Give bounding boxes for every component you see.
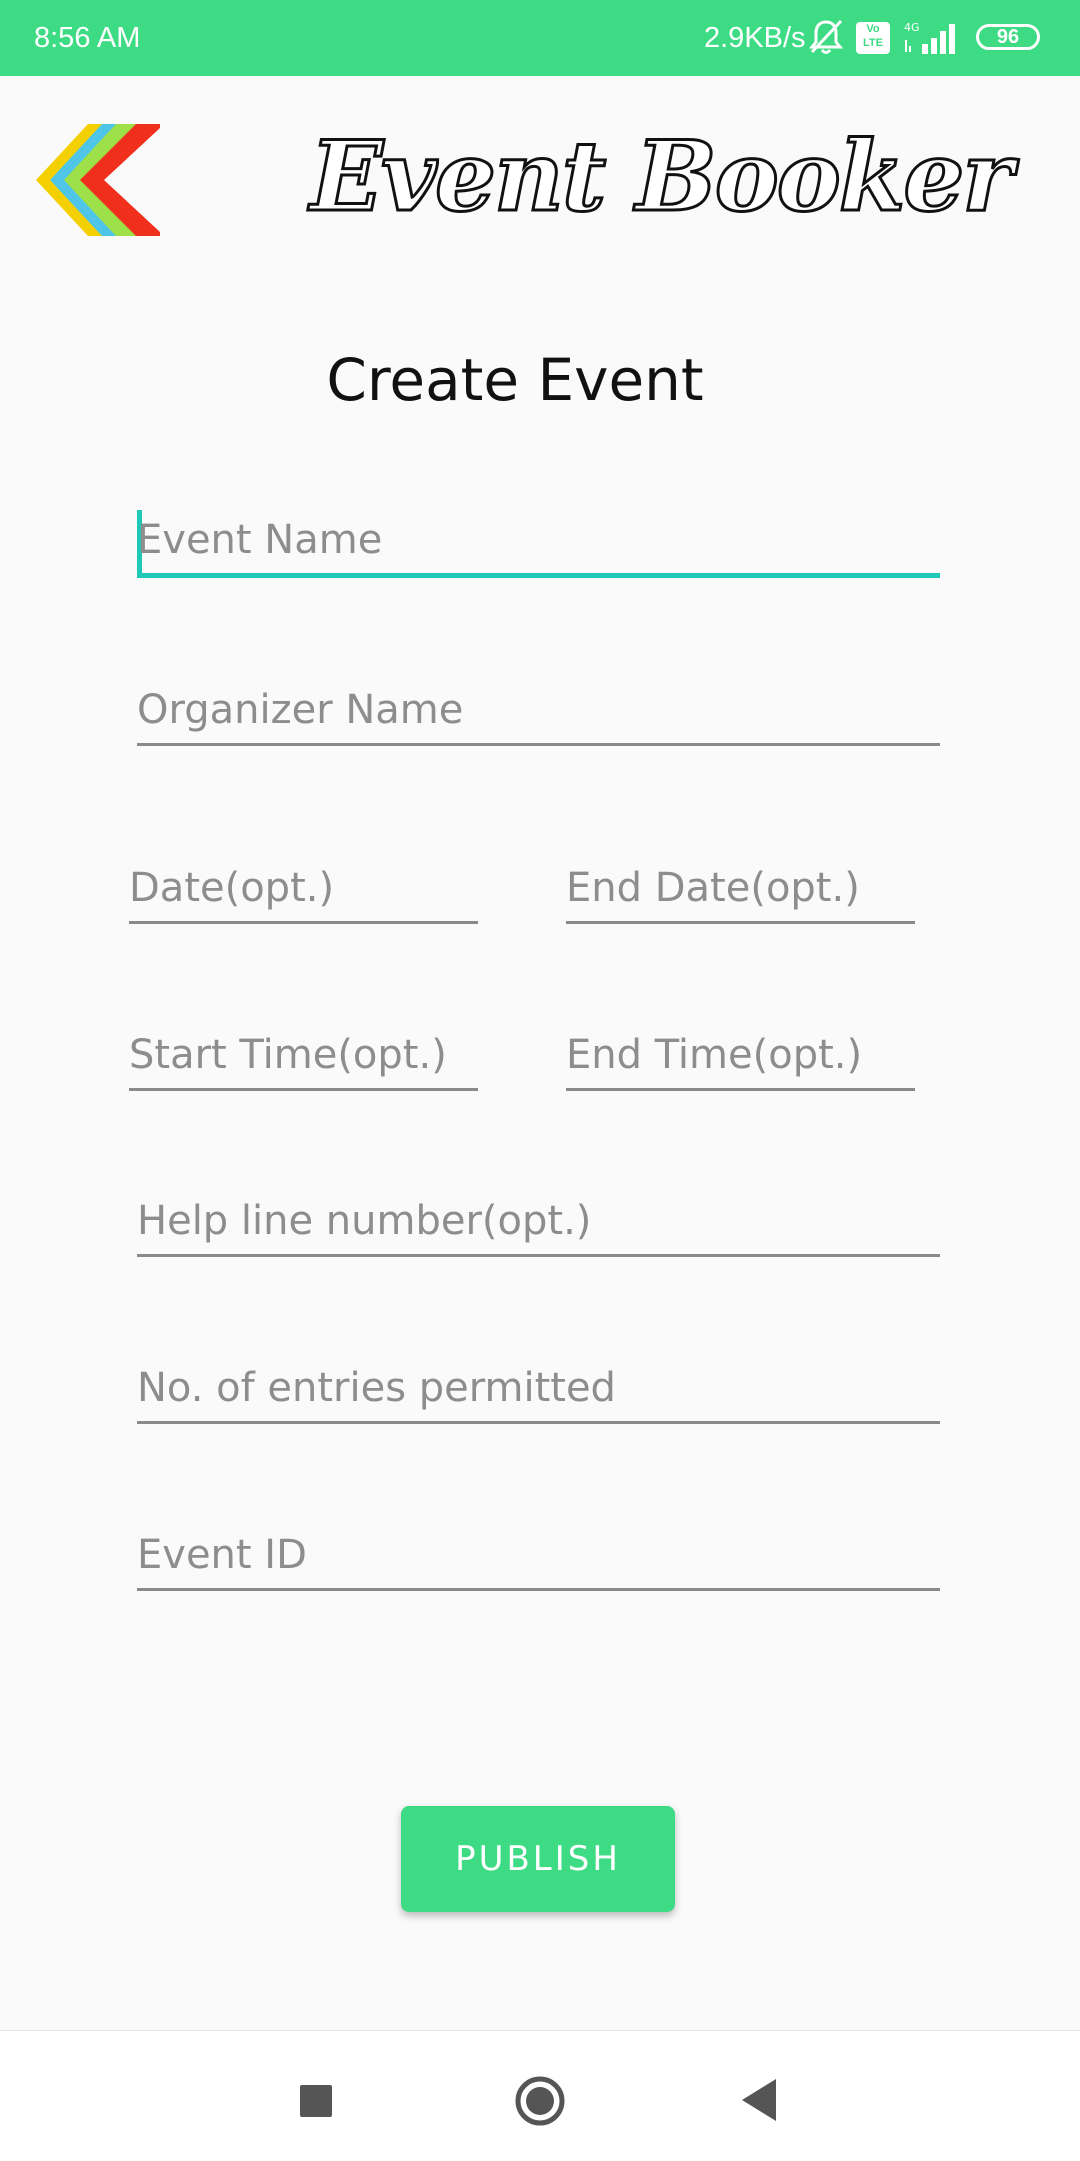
square-icon[interactable] [300, 2085, 332, 2117]
publish-button[interactable]: PUBLISH [401, 1806, 675, 1912]
end-date-placeholder: End Date(opt.) [566, 865, 860, 911]
event-id-field[interactable]: Event ID [137, 1521, 940, 1591]
helpline-number-placeholder: Help line number(opt.) [137, 1198, 592, 1244]
helpline-number-field[interactable]: Help line number(opt.) [137, 1187, 940, 1257]
status-time: 8:56 AM [34, 22, 141, 54]
bell-off-icon [808, 19, 844, 54]
end-date-field[interactable]: End Date(opt.) [566, 854, 915, 924]
start-time-placeholder: Start Time(opt.) [129, 1032, 447, 1078]
colored-chevron-left-icon[interactable] [36, 124, 160, 236]
circle-icon[interactable] [514, 2075, 566, 2127]
volte-bottom-label: LTE [863, 37, 883, 49]
event-name-field[interactable]: Event Name [137, 508, 940, 578]
entries-permitted-placeholder: No. of entries permitted [137, 1365, 616, 1411]
battery-indicator: 96 [976, 24, 1040, 50]
organizer-name-placeholder: Organizer Name [137, 687, 464, 733]
navigation-bar [0, 2030, 1080, 2161]
organizer-name-field[interactable]: Organizer Name [137, 676, 940, 746]
app-title: Event Booker [309, 119, 1015, 235]
end-time-field[interactable]: End Time(opt.) [566, 1021, 915, 1091]
volte-icon: Vo LTE [856, 22, 890, 54]
date-field[interactable]: Date(opt.) [129, 854, 478, 924]
triangle-left-icon[interactable] [740, 2077, 780, 2123]
page-title: Create Event [326, 346, 704, 414]
volte-top-label: Vo [866, 23, 880, 35]
entries-permitted-field[interactable]: No. of entries permitted [137, 1354, 940, 1424]
status-bar: 8:56 AM 2.9KB/s Vo LTE 4G 96 [0, 0, 1080, 76]
end-time-placeholder: End Time(opt.) [566, 1032, 863, 1078]
start-time-field[interactable]: Start Time(opt.) [129, 1021, 478, 1091]
network-speed: 2.9KB/s [704, 22, 806, 54]
event-name-placeholder: Event Name [137, 517, 383, 563]
network-type-label: 4G [904, 21, 920, 34]
date-placeholder: Date(opt.) [129, 865, 335, 911]
event-id-placeholder: Event ID [137, 1532, 307, 1578]
signal-bars-icon: 4G [904, 21, 955, 54]
